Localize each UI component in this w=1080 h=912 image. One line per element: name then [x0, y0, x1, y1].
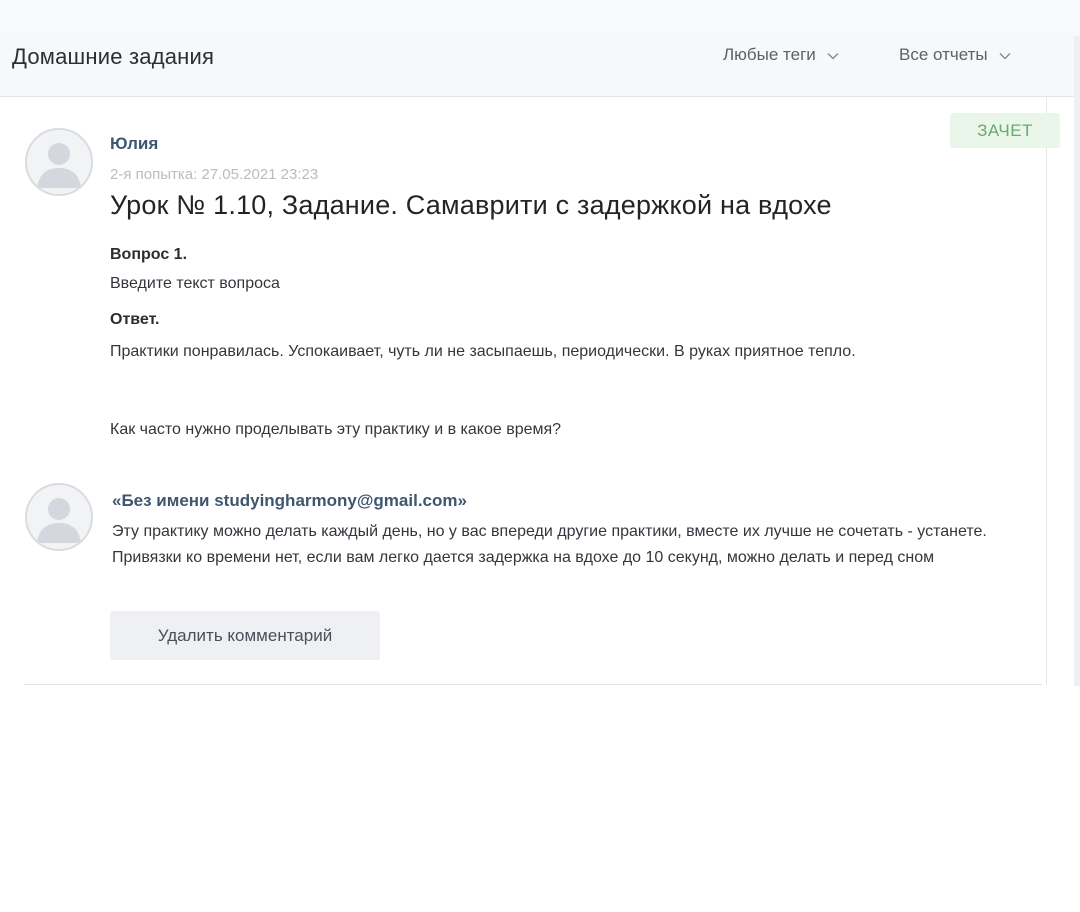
report-author[interactable]: Юлия [110, 134, 158, 154]
content-divider [1046, 97, 1047, 685]
question-text: Введите текст вопроса [110, 275, 280, 292]
answer-text: Практики понравилась. Успокаивает, чуть … [110, 343, 856, 360]
comment-text: Эту практику можно делать каждый день, н… [112, 523, 987, 566]
page-header: Домашние задания Любые теги Все отчеты [0, 36, 1080, 97]
homework-page: Домашние задания Любые теги Все отчеты Ю… [0, 0, 1080, 912]
commenter-avatar [25, 483, 93, 551]
scrollbar-track[interactable] [1074, 36, 1080, 686]
user-silhouette-icon [27, 485, 91, 549]
comment-author[interactable]: «Без имени studyingharmony@gmail.com» [112, 491, 467, 511]
delete-comment-button[interactable]: Удалить комментарий [110, 611, 380, 660]
answer-label: Ответ. [110, 311, 160, 328]
status-badge: ЗАЧЕТ [950, 113, 1060, 148]
top-spacer [0, 0, 1080, 36]
tags-filter-label: Любые теги [723, 45, 816, 64]
question-label: Вопрос 1. [110, 246, 188, 263]
answer-followup: Как часто нужно проделывать эту практику… [110, 421, 562, 438]
reports-filter-label: Все отчеты [899, 45, 988, 64]
reports-filter-dropdown[interactable]: Все отчеты [899, 45, 1012, 65]
user-silhouette-icon [27, 130, 91, 194]
lesson-title: Урок № 1.10, Задание. Самаврити с задерж… [110, 190, 832, 220]
chevron-down-icon [998, 48, 1012, 62]
divider [24, 684, 1042, 685]
tags-filter-dropdown[interactable]: Любые теги [723, 45, 840, 65]
avatar [25, 128, 93, 196]
chevron-down-icon [826, 48, 840, 62]
attempt-timestamp: 2-я попытка: 27.05.2021 23:23 [110, 166, 319, 183]
page-title: Домашние задания [12, 44, 215, 69]
